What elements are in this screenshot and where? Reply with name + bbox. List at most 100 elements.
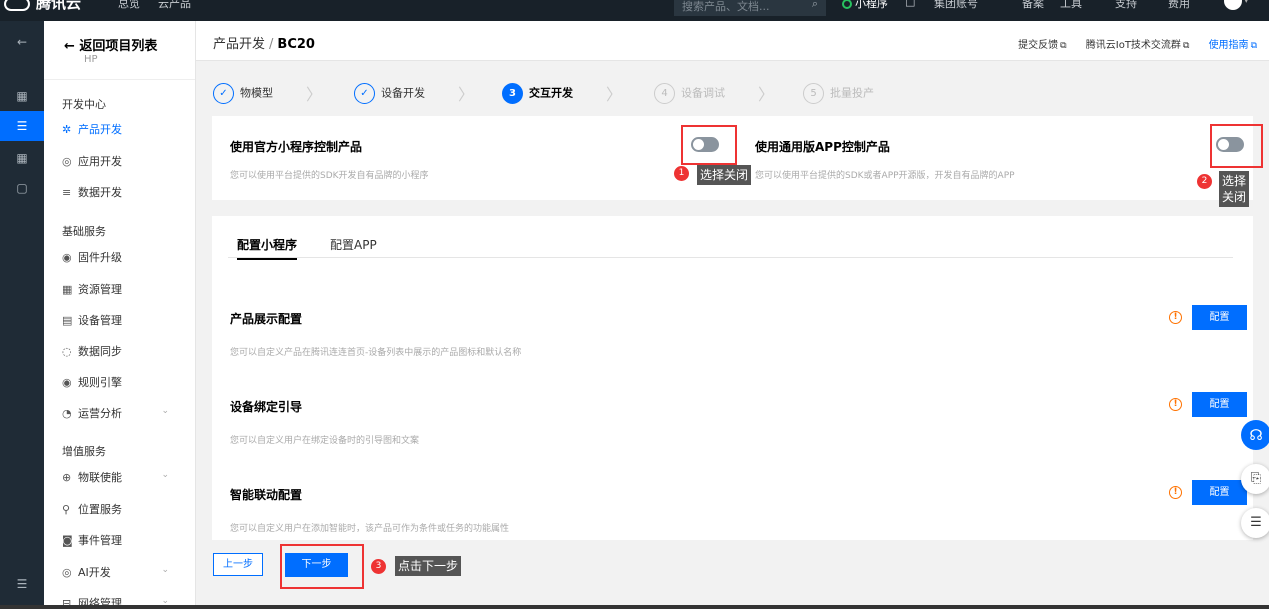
back-to-projects[interactable]: ← 返回项目列表 bbox=[64, 35, 157, 54]
sidebar-item-label: 数据开发 bbox=[78, 186, 122, 199]
chevron-down-icon: ⌄ bbox=[161, 406, 169, 416]
config-button-linkage[interactable]: 配置 bbox=[1192, 480, 1247, 505]
sync-icon: ◌ bbox=[62, 345, 72, 358]
miniprogram-link[interactable]: 小程序 bbox=[842, 0, 888, 11]
breadcrumb-separator: / bbox=[269, 37, 274, 52]
warning-icon: ! bbox=[1169, 398, 1182, 411]
sidebar-item-data-sync[interactable]: ◌ 数据同步 bbox=[62, 343, 192, 359]
guide-link[interactable]: 使用指南 ⧉ bbox=[1201, 40, 1257, 51]
outline-list-icon[interactable]: ☰ bbox=[1241, 508, 1269, 538]
sidebar-item-firmware[interactable]: ◉ 固件升级 bbox=[62, 249, 192, 265]
guide-label: 使用指南 bbox=[1208, 40, 1249, 51]
main-content: 产品开发 / BC20 提交反馈 ⧉ 腾讯云IoT技术交流群 ⧉ 使用指南 ⧉ ✓ 物模型 … bbox=[196, 21, 1269, 609]
miniprogram-label: 小程序 bbox=[855, 0, 888, 10]
sidebar-item-data-dev[interactable]: ≡ 数据开发 bbox=[62, 184, 192, 200]
chevron-down-icon: ⌄ bbox=[161, 470, 169, 480]
sidebar-item-label: 设备管理 bbox=[78, 314, 122, 327]
nav-products[interactable]: 云产品 bbox=[158, 0, 191, 11]
sidebar-item-ai-dev[interactable]: ◎ AI开发 bbox=[62, 564, 192, 580]
chevron-down-icon: ⌄ bbox=[161, 565, 169, 575]
brand-logo[interactable]: 腾讯云 bbox=[4, 0, 81, 13]
user-avatar[interactable] bbox=[1224, 0, 1242, 10]
section-desc: 您可以自定义用户在添加智能时，该产品可作为条件或任务的功能属性 bbox=[230, 524, 510, 534]
dashboard-icon[interactable]: ▦ bbox=[0, 81, 44, 111]
sidebar-item-devices[interactable]: ▤ 设备管理 bbox=[62, 312, 192, 328]
step-label: 设备开发 bbox=[381, 86, 425, 100]
group-title-value: 增值服务 bbox=[62, 445, 106, 458]
breadcrumb-root[interactable]: 产品开发 bbox=[213, 37, 265, 52]
sidebar-item-events[interactable]: ◙ 事件管理 bbox=[62, 532, 192, 548]
support-chat-icon[interactable]: ☊ bbox=[1241, 420, 1269, 450]
sidebar-item-label: 产品开发 bbox=[78, 123, 122, 136]
annotation-badge-1: 1 bbox=[674, 166, 689, 181]
step-mass-production[interactable]: 5 批量投产 bbox=[803, 83, 874, 104]
step-device-dev[interactable]: ✓ 设备开发 bbox=[354, 83, 425, 104]
annotation-tip-3: 点击下一步 bbox=[395, 556, 462, 576]
annotation-box-1 bbox=[681, 125, 737, 165]
step-interaction-dev[interactable]: 3 交互开发 bbox=[502, 83, 573, 104]
sidebar-item-app-dev[interactable]: ◎ 应用开发 bbox=[62, 153, 192, 169]
annotation-tip-1: 选择关闭 bbox=[697, 165, 752, 185]
tab-app[interactable]: 配置APP bbox=[330, 236, 377, 258]
nav-record[interactable]: 备案 bbox=[1022, 0, 1044, 11]
brand-name: 腾讯云 bbox=[36, 0, 82, 12]
cloud-logo-icon bbox=[4, 0, 30, 11]
data-icon: ≡ bbox=[62, 186, 72, 199]
tab-mini-program[interactable]: 配置小程序 bbox=[237, 236, 298, 260]
community-link[interactable]: 腾讯云IoT技术交流群 ⧉ bbox=[1078, 40, 1190, 51]
config-button-display[interactable]: 配置 bbox=[1192, 305, 1247, 330]
sidebar-item-label: 资源管理 bbox=[78, 283, 122, 296]
config-button-binding[interactable]: 配置 bbox=[1192, 392, 1247, 417]
message-icon[interactable]: □ bbox=[905, 0, 915, 8]
step-label: 交互开发 bbox=[529, 86, 573, 100]
prev-step-button[interactable]: 上一步 bbox=[213, 553, 263, 576]
nav-billing[interactable]: 费用 bbox=[1168, 0, 1190, 11]
tip-line: 关闭 bbox=[1222, 190, 1247, 204]
chevron-right-icon: 〉 bbox=[458, 85, 475, 104]
sidebar-item-analytics[interactable]: ◔ 运营分析 bbox=[62, 405, 192, 421]
group-title-dev: 开发中心 bbox=[62, 98, 106, 111]
tip-line: 选择 bbox=[1222, 174, 1247, 188]
search-placeholder: 搜索产品、文档... bbox=[682, 0, 770, 13]
firmware-icon: ◉ bbox=[62, 251, 72, 264]
external-link-icon: ⧉ bbox=[1182, 41, 1190, 51]
app-desc: 您可以使用平台提供的SDK或者APP开源版，开发自有品牌的APP bbox=[755, 171, 1015, 181]
step-number: 5 bbox=[803, 83, 824, 104]
sidebar-item-resources[interactable]: ▦ 资源管理 bbox=[62, 281, 192, 297]
feedback-link[interactable]: 提交反馈 ⧉ bbox=[1010, 40, 1066, 51]
gear-icon: ✲ bbox=[62, 123, 72, 136]
mini-program-desc: 您可以使用平台提供的SDK开发自有品牌的小程序 bbox=[230, 171, 429, 181]
step-thing-model[interactable]: ✓ 物模型 bbox=[213, 83, 273, 104]
mini-program-title: 使用官方小程序控制产品 bbox=[230, 140, 363, 154]
sidebar: ← 返回项目列表 HP 开发中心 ✲ 产品开发 ◎ 应用开发 ≡ 数据开发 基础服务 … bbox=[44, 21, 196, 609]
sidebar-item-product-dev[interactable]: ✲ 产品开发 bbox=[62, 121, 192, 137]
enable-icon: ⊕ bbox=[62, 471, 72, 484]
sidebar-item-rule-engine[interactable]: ◉ 规则引擎 bbox=[62, 374, 192, 390]
sidebar-item-location[interactable]: ⚲ 位置服务 bbox=[62, 501, 192, 517]
docs-book-icon[interactable]: ⎘ bbox=[1241, 464, 1269, 494]
panel-icon[interactable]: ▢ bbox=[0, 173, 44, 203]
app-icon: ◎ bbox=[62, 155, 72, 168]
icon-rail: ← ▦ ☰ ▦ ▢ ☰ bbox=[0, 21, 44, 609]
top-navbar: 腾讯云 总览 云产品 搜索产品、文档... ⌕ 小程序 □ 集团账号 备案 工具 … bbox=[0, 0, 1269, 21]
grid-icon[interactable]: ▦ bbox=[0, 143, 44, 173]
miniprogram-icon bbox=[842, 0, 852, 9]
chevron-right-icon: 〉 bbox=[758, 85, 775, 104]
annotation-box-3 bbox=[280, 544, 364, 589]
nav-support[interactable]: 支持 bbox=[1115, 0, 1137, 11]
feedback-label: 提交反馈 bbox=[1018, 40, 1059, 51]
nav-account[interactable]: 集团账号 bbox=[934, 0, 978, 11]
nav-overview[interactable]: 总览 bbox=[118, 0, 140, 11]
collapse-arrow-icon[interactable]: ← bbox=[0, 27, 44, 57]
list-icon[interactable]: ☰ bbox=[0, 111, 44, 141]
sidebar-item-label: 规则引擎 bbox=[78, 376, 122, 389]
step-device-debug[interactable]: 4 设备调试 bbox=[654, 83, 725, 104]
external-link-icon: ⧉ bbox=[1250, 41, 1257, 51]
sidebar-item-iot-enable[interactable]: ⊕ 物联使能 bbox=[62, 469, 192, 485]
device-icon: ▤ bbox=[62, 314, 73, 327]
breadcrumb-product: BC20 bbox=[277, 37, 315, 52]
menu-toggle-icon[interactable]: ☰ bbox=[0, 569, 44, 599]
chevron-down-icon: ▾ bbox=[1244, 0, 1249, 6]
nav-tools[interactable]: 工具 bbox=[1060, 0, 1082, 11]
global-search-input[interactable]: 搜索产品、文档... ⌕ bbox=[674, 0, 826, 16]
